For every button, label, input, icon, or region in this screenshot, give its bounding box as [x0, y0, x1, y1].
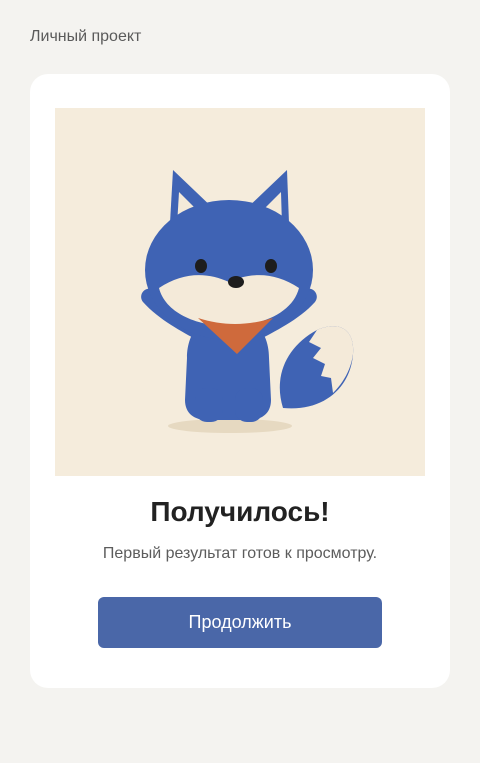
- fox-mascot-illustration: [55, 108, 425, 476]
- success-title: Получилось!: [150, 496, 330, 527]
- continue-button[interactable]: Продолжить: [98, 597, 382, 648]
- success-subtitle: Первый результат готов к просмотру.: [102, 545, 378, 562]
- success-card: Получилось! Первый результат готов к про…: [30, 74, 450, 688]
- workspace-label: Личный проект: [30, 28, 142, 45]
- fox-mascot-icon: [141, 170, 354, 433]
